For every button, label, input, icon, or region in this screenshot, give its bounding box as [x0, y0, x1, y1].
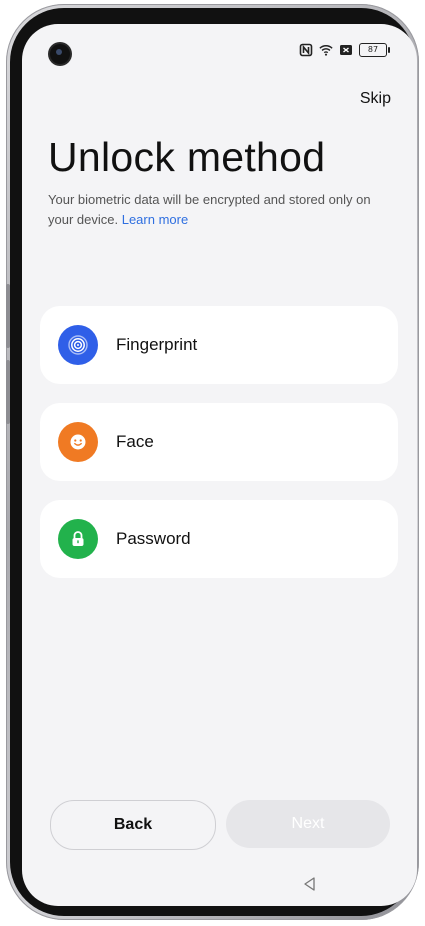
learn-more-link[interactable]: Learn more: [122, 212, 188, 227]
status-bar: 87: [299, 41, 390, 59]
nav-back-icon[interactable]: [302, 876, 318, 892]
page-description: Your biometric data will be encrypted an…: [48, 190, 393, 230]
battery-icon: 87: [359, 43, 390, 57]
sim-icon: [339, 43, 353, 57]
option-label: Fingerprint: [116, 335, 198, 354]
screen: 87 Skip Unlock method Your biometric dat…: [22, 24, 417, 906]
page-title: Unlock method: [48, 134, 326, 180]
back-button[interactable]: Back: [50, 800, 216, 850]
option-face[interactable]: Face: [40, 403, 398, 481]
option-fingerprint[interactable]: Fingerprint: [40, 306, 398, 384]
description-text: Your biometric data will be encrypted an…: [48, 192, 371, 227]
fingerprint-icon: [58, 325, 98, 365]
option-password[interactable]: Password: [40, 500, 398, 578]
wifi-icon: [319, 43, 333, 57]
next-button[interactable]: Next: [226, 800, 390, 848]
lock-icon: [58, 519, 98, 559]
face-icon: [58, 422, 98, 462]
option-label: Face: [116, 432, 154, 451]
front-camera: [50, 44, 70, 64]
nfc-icon: [299, 43, 313, 57]
option-label: Password: [116, 529, 191, 548]
skip-button[interactable]: Skip: [360, 90, 391, 108]
